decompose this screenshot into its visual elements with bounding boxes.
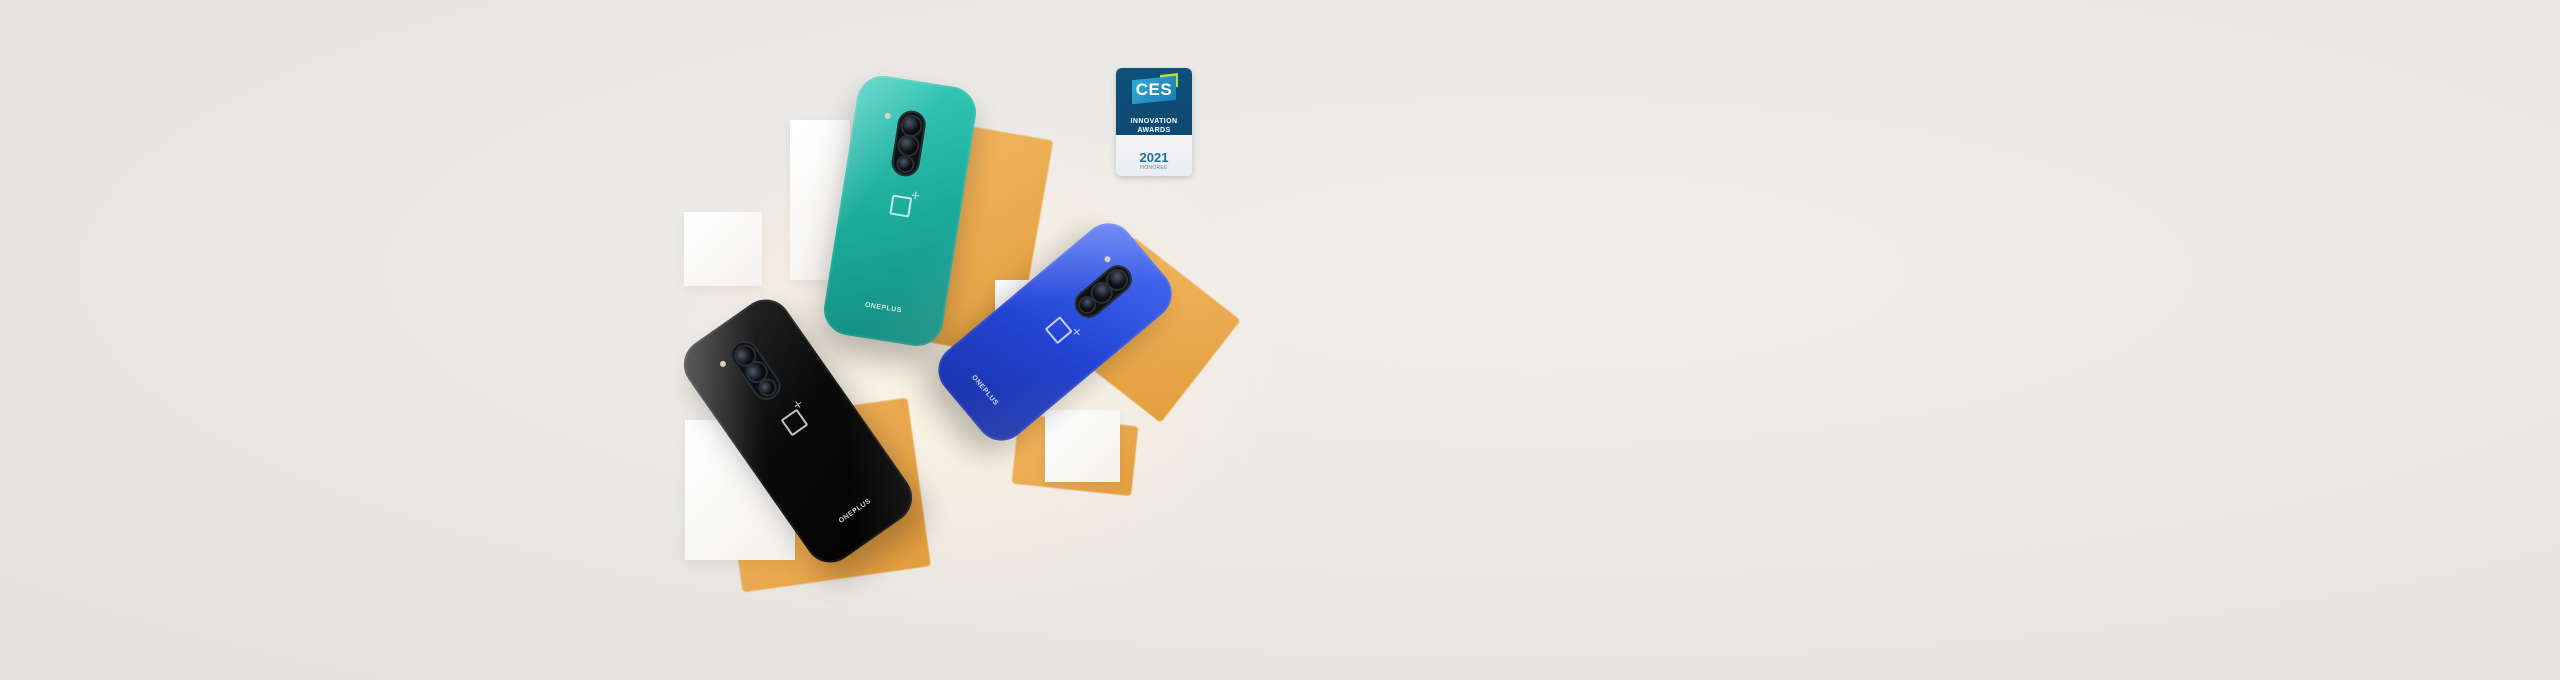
camera-lens <box>757 377 778 398</box>
cube-bottom-right <box>1045 410 1120 482</box>
ces-logo-text: CES <box>1135 80 1173 99</box>
badge-year: 2021 <box>1139 150 1169 165</box>
camera-lens <box>898 135 919 156</box>
camera-lens <box>901 115 922 137</box>
badge-honoree: HONOREE <box>1140 165 1168 171</box>
ces-innovation-award-badge: CES INNOVATION AWARDS 2021 HONOREE <box>1116 68 1192 176</box>
badge-line-innovation: INNOVATION <box>1130 118 1178 125</box>
hero-banner: ONEPLUS ONEPLUS ONEPLUS CES INNOVATION A… <box>0 0 2560 680</box>
oneplus-logo-icon <box>889 194 913 218</box>
badge-line-awards: AWARDS <box>1137 127 1171 134</box>
camera-lens <box>897 156 914 173</box>
cube-left <box>684 212 762 286</box>
